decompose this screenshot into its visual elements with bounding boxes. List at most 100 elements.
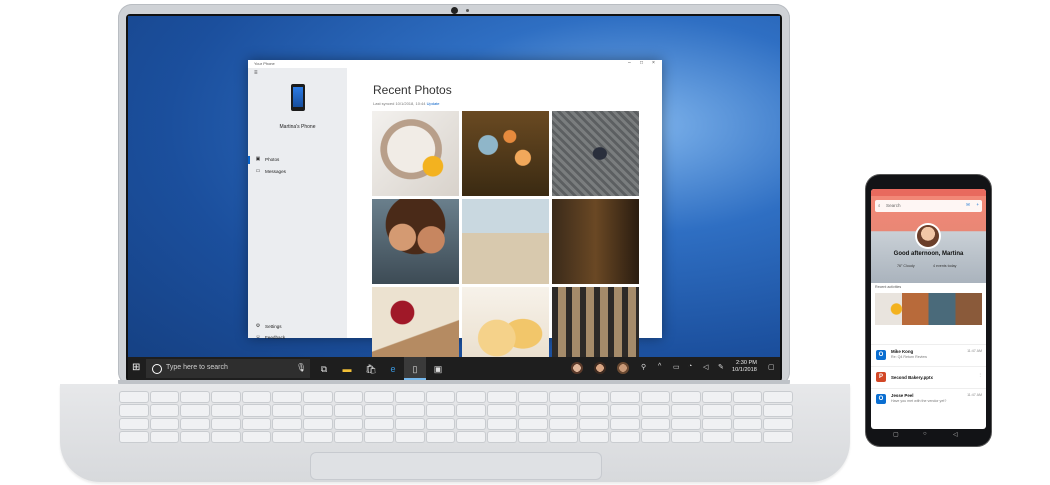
add-icon[interactable]: + (976, 202, 979, 207)
keyboard-key (488, 418, 516, 429)
keyboard-key (150, 392, 179, 403)
volume-icon[interactable]: ◁ (703, 363, 708, 371)
keyboard-key (764, 431, 792, 442)
keyboard-key (242, 392, 271, 403)
page-title: Recent Photos (373, 83, 452, 97)
clock-time: 2:30 PM (736, 360, 757, 366)
home-icon[interactable]: ○ (923, 431, 927, 437)
mail-icon[interactable]: ✉ (966, 202, 970, 208)
keyboard-key (120, 418, 148, 429)
keyboard-key (334, 418, 363, 429)
photos-app-icon[interactable]: ▣ (431, 362, 445, 376)
keyboard-key (365, 431, 394, 442)
phone-search-bar[interactable]: ⌕ Search ✉ + (875, 200, 982, 212)
desktop-screen: Your Phone – □ × ≡ Martina's Phone ▣ Pho… (128, 16, 780, 380)
network-icon[interactable]: ◔ (688, 363, 692, 370)
keyboard-key (365, 392, 394, 403)
avatar[interactable] (917, 225, 939, 247)
keyboard-key (273, 392, 302, 403)
keyboard-key (641, 405, 670, 416)
keyboard-key (365, 405, 394, 416)
sidebar-item-settings[interactable]: ⚙ Settings (255, 323, 282, 329)
last-synced-text: Last synced 10/1/2018, 10:44 (373, 101, 426, 106)
keyboard-key (518, 392, 547, 403)
keyboard-key (150, 418, 179, 429)
nav-active-indicator (248, 156, 250, 164)
keyboard-key (580, 418, 608, 429)
touchpad (310, 452, 602, 480)
dog-photo[interactable] (372, 111, 459, 196)
taskbar: ⊞ Type here to search 🎙 ⧉ ▬ 🛍 e ▯ ▣ ⚲ ^ … (128, 357, 780, 380)
file-explorer-icon[interactable]: ▬ (340, 362, 354, 376)
maximize-button[interactable]: □ (640, 60, 643, 66)
recent-apps-icon[interactable]: ▢ (893, 431, 899, 438)
pen-icon[interactable]: ✎ (718, 363, 724, 371)
bakery-sign-photo[interactable] (552, 199, 639, 284)
keyboard-key (580, 392, 608, 403)
minimize-button[interactable]: – (628, 60, 631, 66)
activity-desc: Have you met with the vendor yet? (891, 399, 947, 403)
activity-name: Second Bakery.pptx (891, 375, 933, 380)
flowers-photo[interactable] (462, 111, 549, 196)
phone-search-placeholder: Search (886, 203, 901, 208)
task-view-icon[interactable]: ⧉ (317, 362, 331, 376)
windows-start-icon[interactable]: ⊞ (132, 362, 143, 373)
keyboard-key (304, 405, 332, 416)
keyboard-key (120, 405, 148, 416)
keyboard-key (457, 392, 486, 403)
keyboard-key (181, 405, 210, 416)
webcam-light (466, 9, 469, 12)
feet-photo[interactable] (552, 111, 639, 196)
back-icon[interactable]: ◁ (953, 431, 958, 438)
phone-status-bar (871, 189, 986, 196)
phone-nav-bar: ▢ ○ ◁ (871, 431, 986, 441)
search-placeholder: Type here to search (166, 364, 228, 371)
powerpoint-icon: P (876, 372, 886, 382)
list-item[interactable]: P Second Bakery.pptx ⋮ (871, 366, 986, 389)
feedback-icon: ☺ (255, 334, 261, 340)
keyboard-key (365, 418, 394, 429)
clock[interactable]: 2:30 PM 10/1/2018 (732, 360, 757, 374)
microphone-icon[interactable]: 🎙 (296, 363, 306, 372)
keyboard-key (733, 392, 762, 403)
activity-time: 11:47 AM (967, 393, 982, 397)
sidebar-item-photos[interactable]: ▣ Photos (255, 156, 280, 162)
keyboard (120, 392, 792, 442)
more-options-icon[interactable]: ⋮ (978, 373, 982, 377)
sidebar-item-feedback[interactable]: ☺ Feedback (255, 334, 285, 340)
keyboard-key (396, 431, 424, 442)
greeting: Good afternoon, Martina (893, 251, 964, 257)
keyboard-key (426, 431, 455, 442)
list-item[interactable]: O Mike Kong Re: Q4 Return Review 11:47 A… (871, 344, 986, 367)
list-item[interactable]: O Jesse Peel Have you met with the vendo… (871, 388, 986, 411)
keyboard-key (150, 431, 179, 442)
recent-photos-strip[interactable] (875, 293, 982, 325)
phone-icon: ▯ (412, 364, 418, 374)
keyboard-key (242, 431, 271, 442)
message-icon: ▭ (255, 168, 261, 174)
people-avatar-3[interactable] (617, 362, 629, 374)
events-text: 4 events today (933, 264, 957, 268)
activity-time: 11:47 AM (967, 349, 982, 353)
store-icon[interactable]: 🛍 (364, 362, 378, 376)
close-button[interactable]: × (652, 60, 655, 66)
battery-icon[interactable]: ▭ (673, 363, 680, 371)
people-icon[interactable]: ⚲ (641, 363, 646, 371)
keyboard-key (641, 418, 670, 429)
chevron-up-icon[interactable]: ^ (658, 363, 661, 370)
edge-icon[interactable]: e (386, 362, 400, 376)
keyboard-key (273, 418, 302, 429)
people-avatar-1[interactable] (571, 362, 583, 374)
photo-grid (372, 111, 639, 372)
keyboard-key (426, 392, 455, 403)
action-center-icon[interactable]: ▢ (768, 363, 775, 371)
sidebar-item-messages[interactable]: ▭ Messages (255, 168, 286, 174)
recent-activities-label: Recent activities (875, 285, 902, 289)
beach-photo[interactable] (462, 199, 549, 284)
people-avatar-2[interactable] (594, 362, 606, 374)
taskbar-search[interactable]: Type here to search 🎙 (146, 359, 310, 378)
keyboard-key (764, 405, 792, 416)
kids-selfie-photo[interactable] (372, 199, 459, 284)
hamburger-icon[interactable]: ≡ (254, 70, 258, 76)
update-link[interactable]: Update (427, 101, 440, 106)
